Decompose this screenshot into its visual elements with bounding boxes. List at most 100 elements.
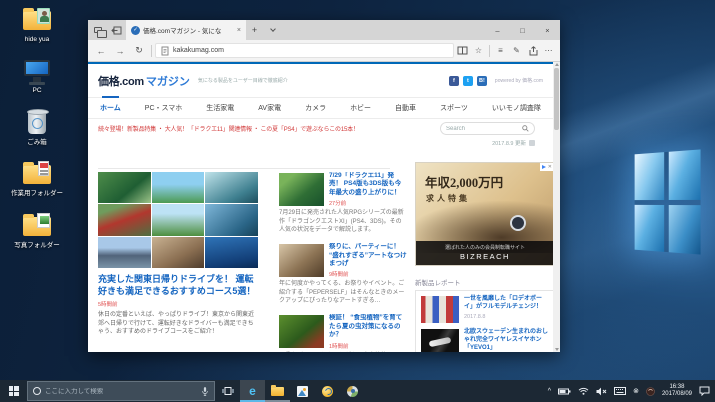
volume-muted-icon[interactable]	[596, 387, 607, 396]
new-product-item: 北欧スウェーデン生まれのおしゃれ完全ワイヤレスイヤホン「YEVO1」 2017.…	[421, 329, 549, 352]
twitter-icon[interactable]: t	[463, 76, 473, 86]
taskbar-edge-button[interactable]: e	[240, 380, 265, 402]
maximize-button[interactable]: □	[510, 20, 535, 40]
battery-icon[interactable]	[558, 388, 571, 395]
network-wifi-icon[interactable]	[578, 387, 589, 395]
page-scrollbar[interactable]	[553, 62, 560, 352]
desktop-icon-recycle-bin[interactable]: ごみ箱	[6, 109, 68, 146]
desktop-icon-label: PC	[6, 87, 68, 94]
taskbar-file-explorer-button[interactable]	[265, 380, 290, 402]
browser-viewport: 価格.com マガジン 気になる製品をユーザー目線で徹底紹介 f t B! po…	[88, 62, 560, 352]
reading-view-icon	[457, 46, 468, 55]
start-button[interactable]	[0, 380, 27, 402]
taskbar-app2-button[interactable]	[340, 380, 365, 402]
set-tabs-aside-button[interactable]	[107, 20, 126, 40]
desktop-icon-work-folder[interactable]: 作業用フォルダー	[6, 160, 68, 197]
facebook-icon[interactable]: f	[449, 76, 459, 86]
clock-time: 16:38	[662, 384, 692, 391]
article-thumbnail[interactable]	[279, 173, 324, 206]
hub-button[interactable]: ≡	[493, 46, 508, 55]
close-button[interactable]: ×	[535, 20, 560, 40]
social-buttons: f t B!	[449, 76, 487, 86]
favorites-star-button[interactable]: ☆	[471, 46, 486, 55]
nav-item-home[interactable]: ホーム	[100, 103, 121, 113]
user-folder-icon	[20, 6, 54, 34]
chevron-down-icon	[270, 26, 276, 32]
scrollbar-thumb[interactable]	[554, 68, 559, 130]
product-thumbnail[interactable]	[421, 329, 459, 352]
sidebar-column: 年収2,000万円 求人特集 選ばれた人のみの会員制転職サイト BIZREACH…	[415, 162, 555, 352]
share-icon	[528, 46, 538, 56]
powered-by-text: powered by 価格.com	[495, 77, 543, 84]
tab-preview-button[interactable]	[88, 20, 107, 40]
new-tab-button[interactable]: +	[246, 20, 263, 40]
nav-item-hobby[interactable]: ホビー	[350, 103, 371, 113]
taskbar-app1-button[interactable]	[315, 380, 340, 402]
article-list: 7/29「ドラクエ11」発売！ PS4版も3DS版も今年最大の盛り上がりに！ 2…	[279, 172, 407, 352]
product-thumbnail[interactable]	[421, 296, 459, 323]
site-tagline: 気になる製品をユーザー目線で徹底紹介	[198, 77, 288, 84]
desktop-icon-photo-folder[interactable]: 写真フォルダー	[6, 212, 68, 249]
back-button[interactable]: ←	[92, 46, 110, 56]
ad-tagline: 選ばれた人のみの会員制転職サイト	[416, 244, 554, 251]
site-logo[interactable]: 価格.com	[98, 73, 144, 89]
new-products-heading: 新製品レポート	[415, 277, 555, 287]
nav-item-iimono[interactable]: いいモノ調査隊	[492, 103, 541, 113]
desktop-icon-label: 作業用フォルダー	[6, 190, 68, 197]
ad-headline: 年収2,000万円	[425, 172, 554, 191]
ad-banner[interactable]: 年収2,000万円 求人特集 選ばれた人のみの会員制転職サイト BIZREACH…	[415, 162, 555, 266]
site-search-box[interactable]	[440, 122, 535, 135]
nav-item-camera[interactable]: カメラ	[305, 103, 326, 113]
site-search-input[interactable]	[446, 126, 519, 132]
search-icon[interactable]	[522, 125, 529, 132]
page-content: 充実した関東日帰りドライブを！ 運転好きも満足できるおすすめコース5選！ 5時間…	[98, 160, 541, 352]
microphone-icon[interactable]	[201, 386, 209, 397]
site-logo-suffix[interactable]: マガジン	[146, 73, 190, 89]
windows-logo-pane	[635, 204, 664, 251]
share-button[interactable]	[525, 46, 540, 56]
title-bar-drag-area[interactable]	[282, 20, 485, 40]
desktop-icon-pc[interactable]: PC	[6, 57, 68, 94]
hidden-icons-chevron[interactable]: ^	[548, 388, 551, 395]
site-nav: ホーム PC・スマホ 生活家電 AV家電 カメラ ホビー 自動車 スポーツ いい…	[88, 98, 553, 119]
product-title-link[interactable]: 北欧スウェーデン生まれのおしゃれ完全ワイヤレスイヤホン「YEVO1」	[464, 329, 549, 352]
article-thumbnail[interactable]	[279, 315, 324, 348]
refresh-button[interactable]: ↻	[130, 45, 148, 56]
nav-item-sports[interactable]: スポーツ	[440, 103, 468, 113]
taskbar-search-input[interactable]	[45, 388, 197, 395]
hatena-bookmark-icon[interactable]: B!	[477, 76, 487, 86]
more-options-button[interactable]: ⋯	[541, 46, 556, 55]
action-center-button[interactable]	[699, 386, 710, 396]
tab-list-dropdown-button[interactable]	[263, 20, 282, 40]
nav-item-home-appliance[interactable]: 生活家電	[206, 103, 234, 113]
feature-title-link[interactable]: 充実した関東日帰りドライブを！ 運転好きも満足できるおすすめコース5選！	[98, 274, 258, 297]
tab-preview-icon	[94, 27, 102, 33]
updated-date: 2017.8.9 更新	[492, 139, 526, 147]
url-field[interactable]: kakakumag.com	[155, 43, 454, 58]
taskbar-photo-app-button[interactable]	[290, 380, 315, 402]
article-thumbnail[interactable]	[279, 244, 324, 277]
reading-view-button[interactable]	[455, 46, 470, 55]
touch-keyboard-icon[interactable]	[614, 387, 626, 395]
nav-item-av[interactable]: AV家電	[258, 103, 281, 113]
action-center-icon	[699, 386, 710, 396]
nav-item-pc-smartphone[interactable]: PC・スマホ	[145, 103, 183, 113]
browser-tab-active[interactable]: ✓ 価格.comマガジン - 気にな ×	[126, 20, 246, 40]
ime-mode-icon[interactable]	[646, 387, 655, 396]
ad-subheadline: 求人特集	[426, 193, 554, 204]
desktop-icon-user-folder[interactable]: hide yua	[6, 6, 68, 43]
ime-disabled-icon[interactable]: ⊗	[633, 387, 639, 395]
minimize-button[interactable]: –	[485, 20, 510, 40]
taskbar-clock[interactable]: 16:38 2017/08/09	[662, 384, 692, 398]
web-note-button[interactable]: ✎	[509, 46, 524, 55]
taskbar-search-box[interactable]	[27, 381, 215, 401]
forward-button[interactable]: →	[111, 46, 129, 56]
nav-item-car[interactable]: 自動車	[395, 103, 416, 113]
tab-close-icon[interactable]: ×	[237, 27, 241, 34]
ad-choices-close[interactable]: ✕	[540, 163, 554, 171]
system-tray: ^ ⊗ 16:38 2017/08/09	[548, 380, 715, 402]
feature-photo-collage[interactable]	[98, 172, 258, 268]
task-view-button[interactable]	[215, 380, 240, 402]
rss-icon[interactable]	[529, 140, 535, 146]
product-title-link[interactable]: 一世を風靡した「ロデオボーイ」がフルモデルチェンジ！	[464, 296, 549, 312]
